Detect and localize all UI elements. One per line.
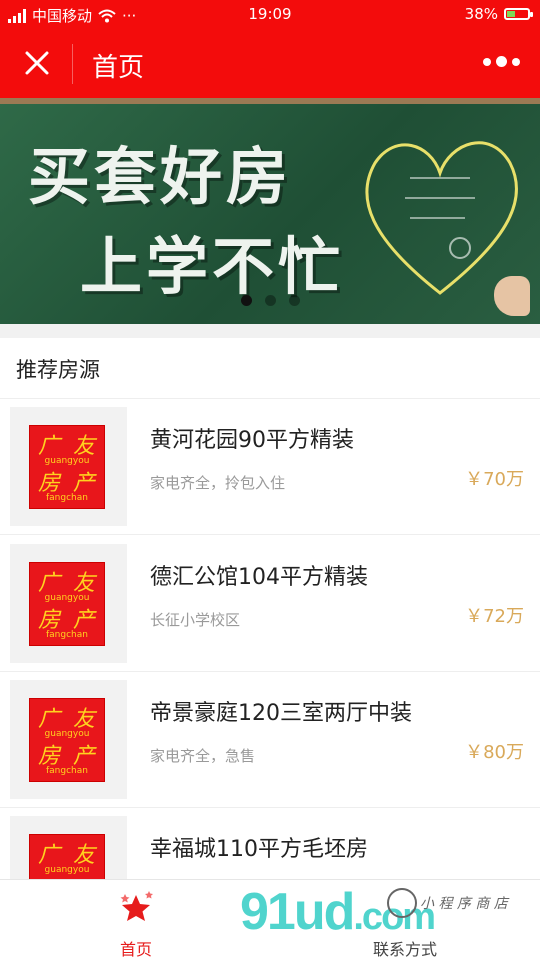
listing-thumbnail: 广 友 guangyou 房 产 fangchan — [10, 680, 127, 799]
banner-carousel[interactable]: 买套好房 上学不忙 — [0, 98, 540, 324]
star-icon — [120, 891, 153, 921]
company-logo: 广 友 guangyou 房 产 fangchan — [29, 562, 105, 646]
tab-home-label: 首页 — [119, 940, 152, 959]
listing-item[interactable]: 广 友 guangyou 房 产 fangchan 黄河花园90平方精装 家电齐… — [0, 399, 540, 535]
listing-description: 家电齐全，急售 — [150, 747, 256, 765]
carousel-dot[interactable] — [240, 295, 252, 306]
listing-thumbnail: 广 友 guangyou 房 产 fangchan — [10, 544, 127, 663]
company-logo: 广 友 guangyou 房 产 fangchan — [29, 698, 105, 782]
smiley-face-icon — [387, 888, 417, 918]
listing-description: 长征小学校区 — [150, 611, 241, 629]
listing-price: ￥72万 — [465, 606, 524, 627]
listing-title: 帝景豪庭120三室两厅中装 — [150, 701, 412, 726]
logo-pinyin: fangchan — [46, 493, 88, 503]
nav-divider — [72, 44, 73, 84]
section-separator — [0, 324, 540, 338]
listing-item[interactable]: 广 友 guangyou 房 产 fangchan 幸福城110平方毛坯房 — [0, 808, 540, 879]
banner-frame-edge — [0, 98, 540, 104]
listing-title: 幸福城110平方毛坯房 — [150, 837, 368, 862]
company-logo: 广 友 guangyou 房 产 fangchan — [29, 834, 105, 879]
status-right: 38% — [464, 5, 533, 23]
carousel-dot[interactable] — [288, 295, 300, 306]
listing-description: 家电齐全，拎包入住 — [150, 474, 286, 492]
logo-pinyin: fangchan — [46, 766, 88, 776]
tab-home[interactable]: 首页 — [94, 884, 178, 959]
carousel-dot[interactable] — [264, 295, 276, 306]
banner-headline-1: 买套好房 — [28, 140, 293, 213]
carousel-indicators — [0, 295, 540, 306]
listing-list: 广 友 guangyou 房 产 fangchan 黄河花园90平方精装 家电齐… — [0, 399, 540, 879]
close-icon[interactable] — [22, 48, 52, 78]
more-menu-icon[interactable] — [483, 56, 520, 67]
listing-title: 黄河花园90平方精装 — [150, 428, 354, 453]
status-time: 19:09 — [248, 5, 292, 23]
listing-price: ￥80万 — [465, 742, 524, 763]
battery-percent: 38% — [464, 5, 498, 23]
company-logo: 广 友 guangyou 房 产 fangchan — [29, 425, 105, 509]
listing-price: ￥70万 — [465, 469, 524, 490]
status-bar: 中国移动 ··· 19:09 38% — [0, 0, 540, 30]
page-title: 首页 — [92, 53, 145, 83]
banner-headline-2: 上学不忙 — [80, 230, 345, 303]
battery-icon — [504, 8, 533, 20]
watermark-text: 91ud — [240, 883, 355, 941]
listing-thumbnail: 广 友 guangyou 房 产 fangchan — [10, 407, 127, 526]
logo-pinyin: fangchan — [46, 630, 88, 640]
watermark-caption: 小 程 序 商 店 — [420, 896, 508, 912]
nav-bar: 首页 — [0, 30, 540, 98]
listing-thumbnail: 广 友 guangyou 房 产 fangchan — [10, 816, 127, 879]
section-title: 推荐房源 — [16, 358, 100, 382]
listing-item[interactable]: 广 友 guangyou 房 产 fangchan 帝景豪庭120三室两厅中装 … — [0, 672, 540, 808]
listing-title: 德汇公馆104平方精装 — [150, 565, 368, 590]
listing-item[interactable]: 广 友 guangyou 房 产 fangchan 德汇公馆104平方精装 长征… — [0, 536, 540, 672]
